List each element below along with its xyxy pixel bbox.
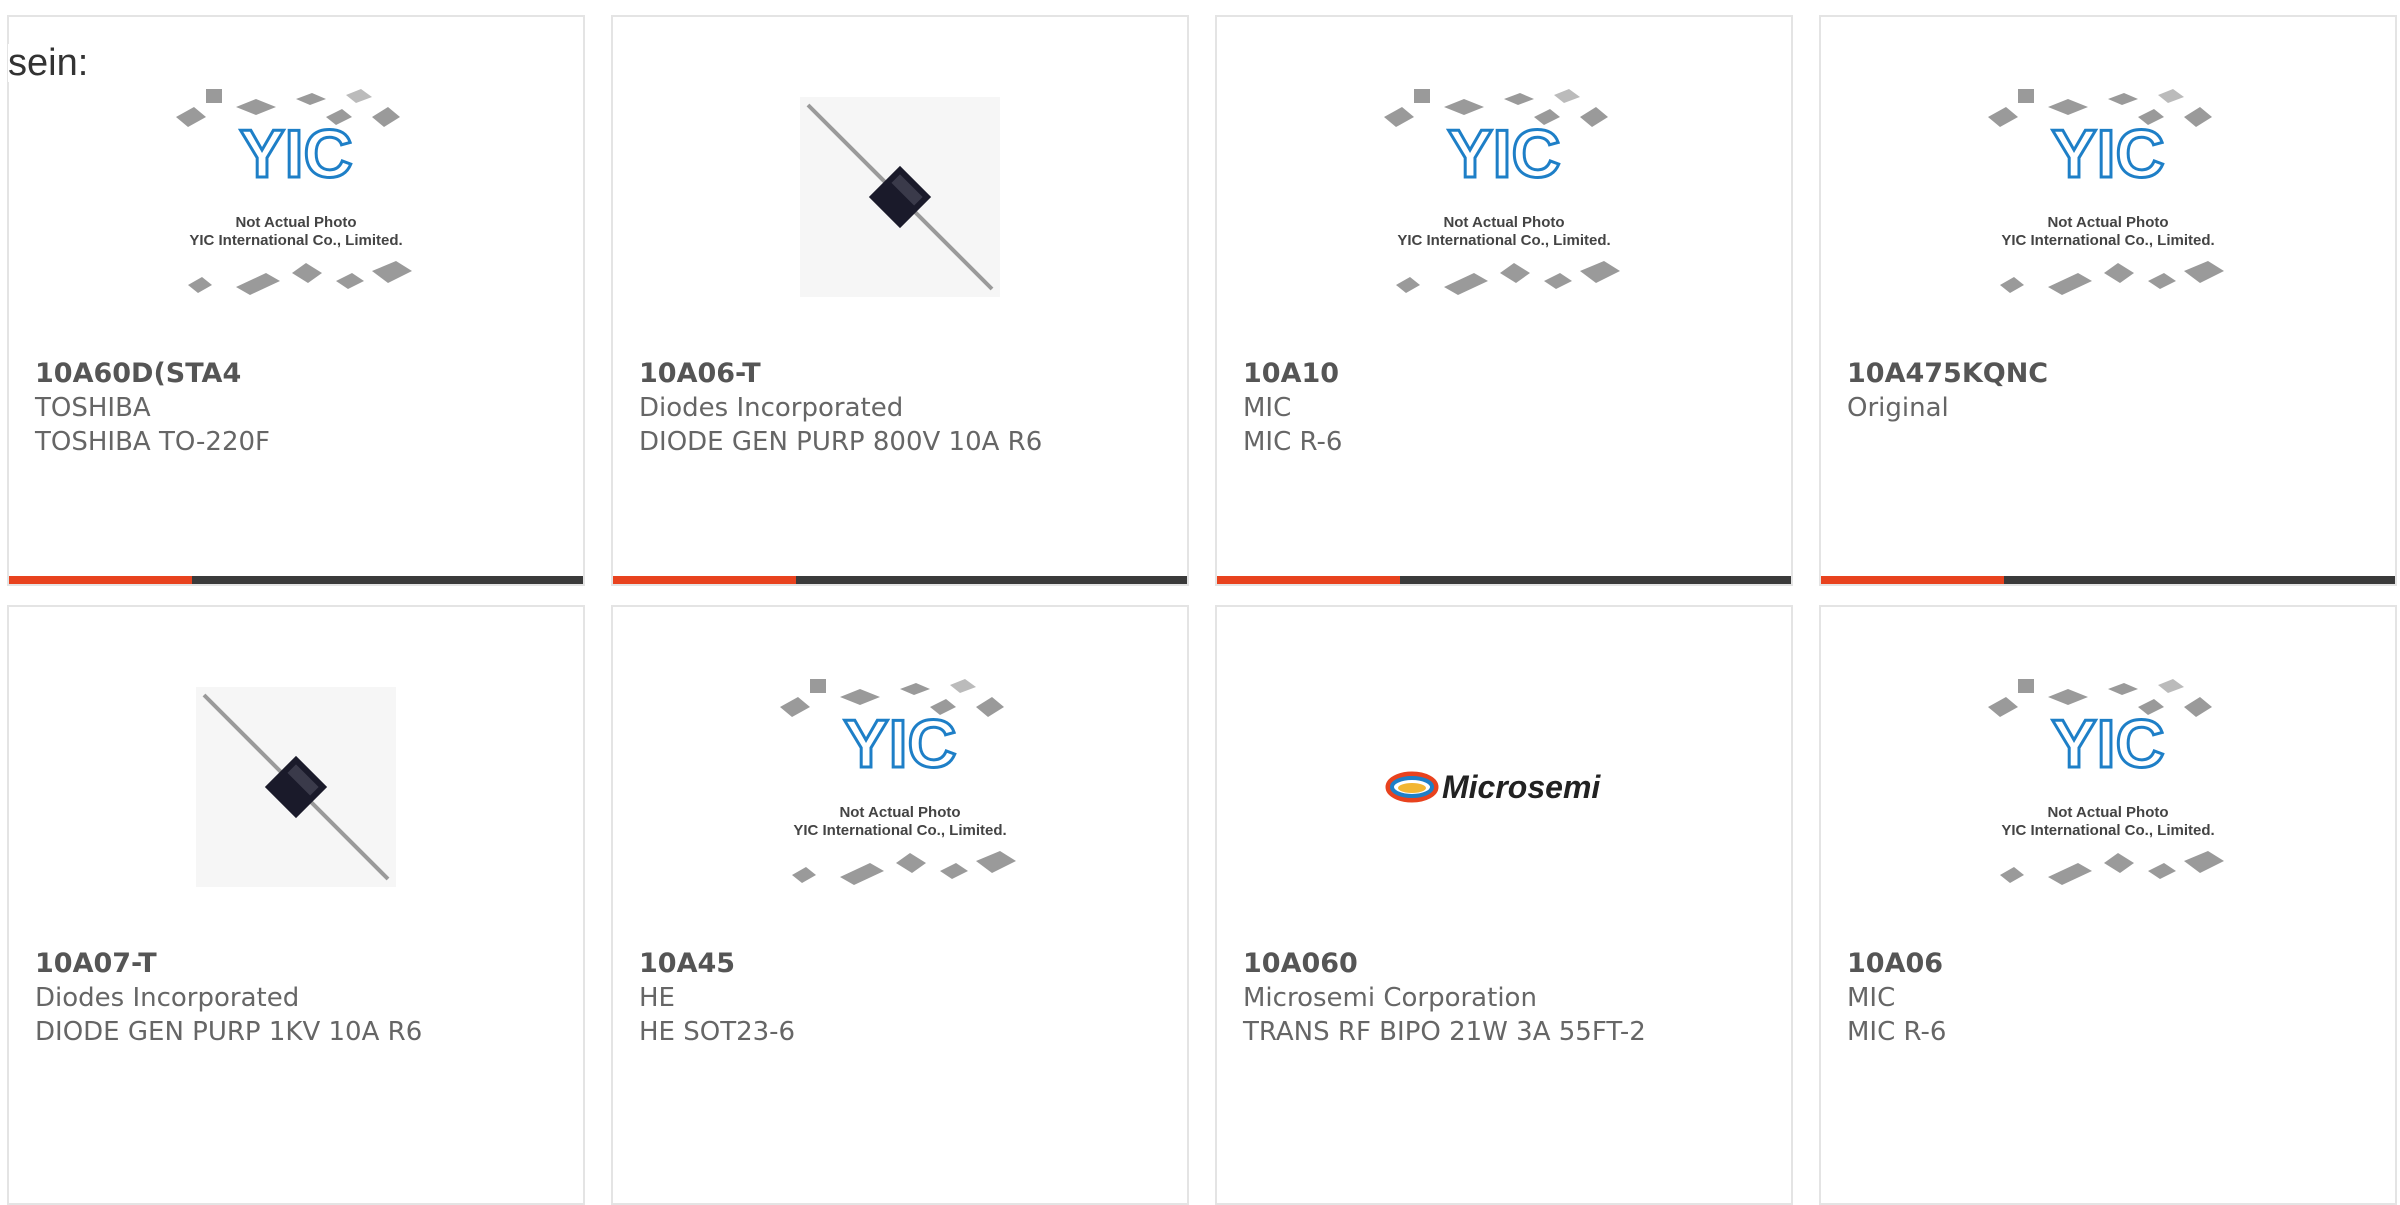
product-card[interactable]: YIC Not Actual Photo YIC International C… xyxy=(7,15,585,586)
part-number[interactable]: 10A60D(STA4 xyxy=(35,357,563,391)
product-card[interactable]: YIC Not Actual Photo YIC International C… xyxy=(1215,15,1793,586)
card-bar xyxy=(1821,576,2395,584)
part-number[interactable]: 10A060 xyxy=(1243,947,1771,981)
svg-text:YIC International Co., Limited: YIC International Co., Limited. xyxy=(2001,232,2214,249)
card-bar xyxy=(1217,576,1791,584)
description: MIC R-6 xyxy=(1847,1017,1947,1047)
yic-placeholder-image: YIC Not Actual Photo YIC International C… xyxy=(176,89,412,295)
manufacturer: Original xyxy=(1847,393,1949,423)
yic-logo-icon: YIC xyxy=(843,706,956,782)
product-image[interactable]: YIC Not Actual Photo YIC International C… xyxy=(1821,77,2395,317)
product-image[interactable]: YIC Not Actual Photo YIC International C… xyxy=(1821,667,2395,907)
svg-text:Not Actual Photo: Not Actual Photo xyxy=(839,804,960,821)
description: DIODE GEN PURP 800V 10A R6 xyxy=(639,427,1043,457)
yic-logo-icon: YIC xyxy=(239,116,352,192)
product-image[interactable]: YIC Not Actual Photo YIC International C… xyxy=(613,667,1187,907)
manufacturer: MIC xyxy=(1847,983,1896,1013)
svg-text:Microsemi: Microsemi xyxy=(1442,769,1601,805)
yic-logo-icon: YIC xyxy=(1447,116,1560,192)
card-bar xyxy=(613,576,1187,584)
product-grid: YIC Not Actual Photo YIC International C… xyxy=(0,0,2400,1205)
description: HE SOT23-6 xyxy=(639,1017,796,1047)
manufacturer: TOSHIBA xyxy=(35,393,151,423)
product-image[interactable]: YIC Not Actual Photo YIC International C… xyxy=(9,77,583,317)
yic-logo-icon: YIC xyxy=(2051,706,2164,782)
axial-diode-image xyxy=(196,687,396,887)
part-number[interactable]: 10A06-T xyxy=(639,357,1167,391)
description: TRANS RF BIPO 21W 3A 55FT-2 xyxy=(1243,1017,1646,1047)
microsemi-logo-icon: Microsemi xyxy=(1385,769,1601,805)
description: MIC R-6 xyxy=(1243,427,1343,457)
manufacturer: Diodes Incorporated xyxy=(35,983,300,1013)
part-number[interactable]: 10A475KQNC xyxy=(1847,357,2375,391)
svg-text:Not Actual Photo: Not Actual Photo xyxy=(2047,214,2168,231)
card-bar xyxy=(9,576,583,584)
product-image[interactable] xyxy=(613,77,1187,317)
svg-text:Not Actual Photo: Not Actual Photo xyxy=(1443,214,1564,231)
part-number[interactable]: 10A45 xyxy=(639,947,1167,981)
part-number[interactable]: 10A07-T xyxy=(35,947,563,981)
yic-logo-icon: YIC xyxy=(2051,116,2164,192)
description: DIODE GEN PURP 1KV 10A R6 xyxy=(35,1017,423,1047)
svg-text:YIC International Co., Limited: YIC International Co., Limited. xyxy=(793,822,1006,839)
product-card[interactable]: YIC Not Actual Photo YIC International C… xyxy=(611,605,1189,1205)
svg-text:YIC International Co., Limited: YIC International Co., Limited. xyxy=(2001,822,2214,839)
product-card[interactable]: 10A06-T Diodes Incorporated DIODE GEN PU… xyxy=(611,15,1189,586)
product-image[interactable]: YIC Not Actual Photo YIC International C… xyxy=(1217,77,1791,317)
svg-text:YIC International Co., Limited: YIC International Co., Limited. xyxy=(189,232,402,249)
yic-placeholder-image: YIC Not Actual Photo YIC International C… xyxy=(1384,89,1620,295)
product-image[interactable] xyxy=(9,667,583,907)
product-card[interactable]: YIC Not Actual Photo YIC International C… xyxy=(1819,605,2397,1205)
svg-text:YIC International Co., Limited: YIC International Co., Limited. xyxy=(1397,232,1610,249)
yic-placeholder-image: YIC Not Actual Photo YIC International C… xyxy=(780,679,1016,885)
svg-text:Not Actual Photo: Not Actual Photo xyxy=(235,214,356,231)
manufacturer: MIC xyxy=(1243,393,1292,423)
manufacturer: HE xyxy=(639,983,675,1013)
axial-diode-image xyxy=(800,97,1000,297)
yic-placeholder-image: YIC Not Actual Photo YIC International C… xyxy=(1988,89,2224,295)
description: TOSHIBA TO-220F xyxy=(35,427,270,457)
page-label: sein: xyxy=(8,42,89,84)
product-card[interactable]: 10A07-T Diodes Incorporated DIODE GEN PU… xyxy=(7,605,585,1205)
product-image[interactable]: Microsemi xyxy=(1217,667,1791,907)
yic-placeholder-image: YIC Not Actual Photo YIC International C… xyxy=(1988,679,2224,885)
manufacturer: Diodes Incorporated xyxy=(639,393,904,423)
part-number[interactable]: 10A10 xyxy=(1243,357,1771,391)
product-card[interactable]: Microsemi 10A060 Microsemi Corporation T… xyxy=(1215,605,1793,1205)
manufacturer: Microsemi Corporation xyxy=(1243,983,1537,1013)
svg-text:Not Actual Photo: Not Actual Photo xyxy=(2047,804,2168,821)
product-card[interactable]: YIC Not Actual Photo YIC International C… xyxy=(1819,15,2397,586)
part-number[interactable]: 10A06 xyxy=(1847,947,2375,981)
